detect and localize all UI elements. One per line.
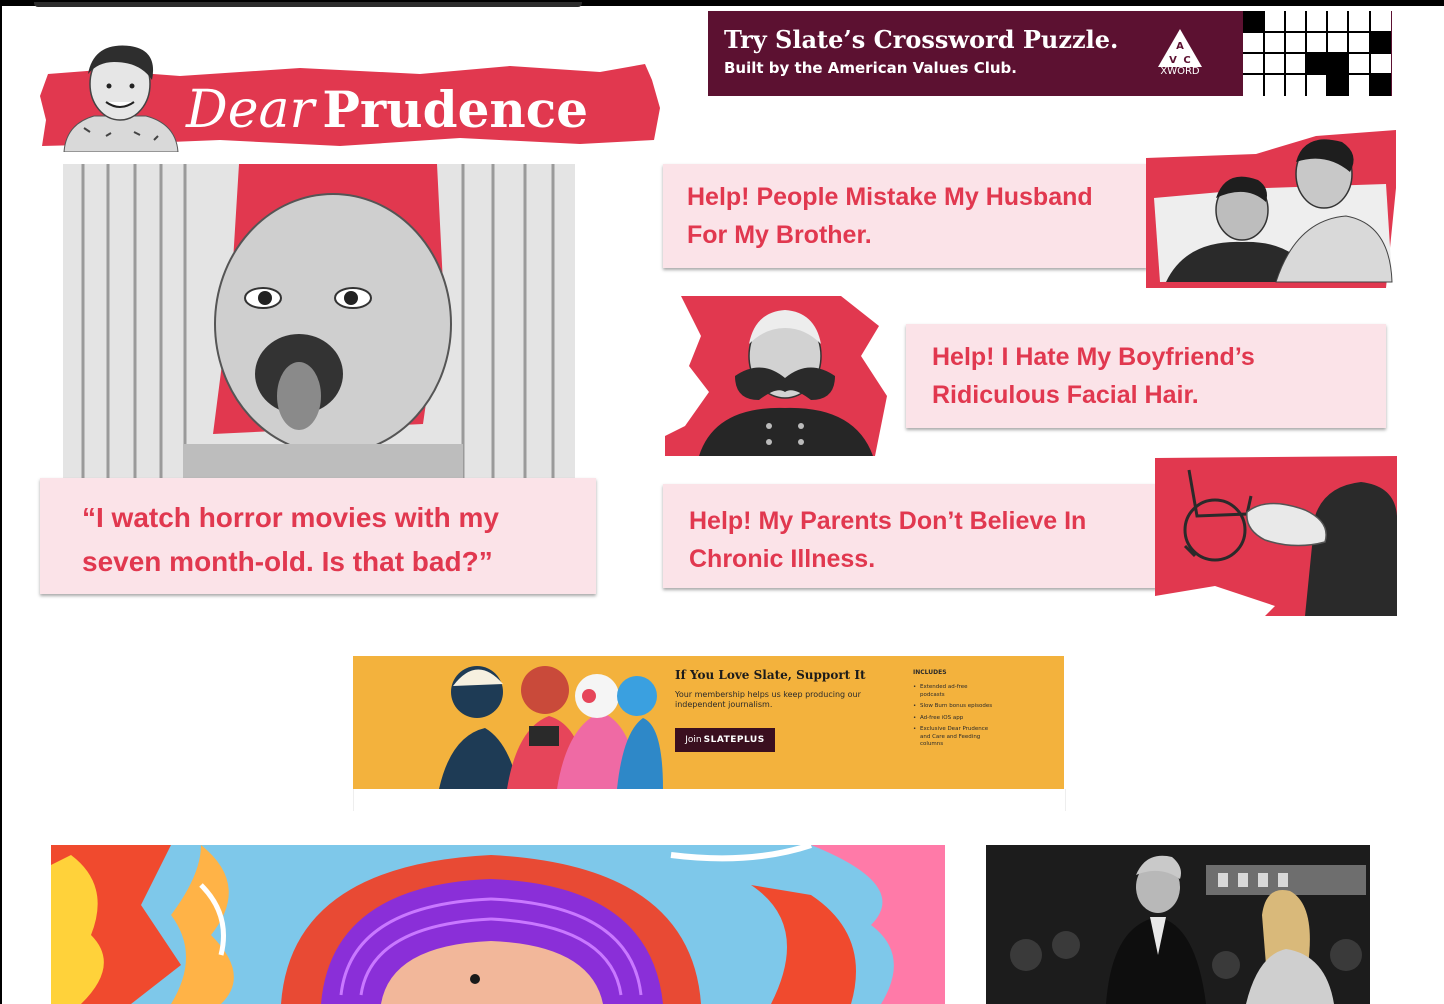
advice-card-3-image[interactable]: [1155, 456, 1397, 616]
column-title: Dear Prudence: [186, 80, 588, 140]
plus-ad-title: If You Love Slate, Support It: [675, 668, 866, 682]
advice-card-1-image[interactable]: [1146, 128, 1396, 288]
includes-label: INCLUDES: [913, 669, 947, 676]
join-slate-plus-button[interactable]: Join SLATEPLUS: [675, 728, 775, 752]
includes-list: Extended ad-free podcasts Slow Burn bonu…: [913, 684, 993, 753]
plus-ad-body: Your membership helps us keep producing …: [675, 690, 861, 709]
advice-card-1[interactable]: Help! People Mistake My Husband For My B…: [663, 164, 1147, 268]
crossword-ad-title: Try Slate’s Crossword Puzzle.: [724, 25, 1119, 54]
mustache-general-portrait: [665, 296, 906, 456]
slateplus-brand: SLATEPLUS: [703, 735, 765, 745]
list-item: Slow Burn bonus episodes: [913, 703, 993, 711]
featured-image[interactable]: [63, 164, 575, 478]
couple-photo: [1146, 130, 1396, 288]
advice-card-title[interactable]: Help! People Mistake My Husband For My B…: [687, 178, 1137, 254]
wheelchair-hands-photo: [1155, 456, 1397, 616]
svg-text:A: A: [1176, 41, 1184, 52]
advice-card-2-image[interactable]: [665, 296, 906, 456]
dear-prudence-header[interactable]: Dear Prudence: [36, 36, 666, 152]
join-label: Join: [685, 735, 702, 745]
list-item: Extended ad-free podcasts: [913, 684, 993, 699]
featured-quote-card[interactable]: “I watch horror movies with my seven mon…: [40, 478, 596, 594]
svg-text:V: V: [1169, 55, 1177, 66]
advice-card-2[interactable]: Help! I Hate My Boyfriend’s Ridiculous F…: [906, 324, 1386, 428]
svg-text:C: C: [1183, 55, 1190, 66]
list-item: Ad-free iOS app: [913, 715, 993, 723]
celebrity-photo: [986, 845, 1370, 1004]
plus-ad-footer-strip: [353, 789, 1066, 811]
window-left-border: [0, 0, 2, 1004]
top-divider: [34, 2, 582, 7]
advice-card-title[interactable]: Help! My Parents Don’t Believe In Chroni…: [689, 502, 1145, 578]
columnist-photo: [63, 45, 179, 152]
laughing-baby-illustration: [63, 164, 575, 478]
title-script: Dear: [186, 80, 315, 140]
featured-quote[interactable]: “I watch horror movies with my seven mon…: [82, 496, 572, 584]
flames-face-illustration: [51, 845, 945, 1004]
bottom-illustration[interactable]: [51, 845, 945, 1004]
title-bold: Prudence: [322, 80, 589, 139]
crossword-ad-subtitle: Built by the American Values Club.: [724, 59, 1017, 77]
bottom-photo[interactable]: [986, 845, 1370, 1004]
crossword-grid-icon: [1243, 11, 1391, 96]
readers-illustration: [439, 666, 663, 789]
list-item: Exclusive Dear Prudence and Care and Fee…: [913, 726, 993, 749]
xword-label: XWORD: [1160, 66, 1200, 77]
crossword-ad[interactable]: Try Slate’s Crossword Puzzle. Built by t…: [708, 11, 1392, 96]
advice-card-3[interactable]: Help! My Parents Don’t Believe In Chroni…: [663, 484, 1157, 588]
slate-plus-ad[interactable]: If You Love Slate, Support It Your membe…: [353, 656, 1064, 789]
advice-card-title[interactable]: Help! I Hate My Boyfriend’s Ridiculous F…: [932, 338, 1372, 414]
